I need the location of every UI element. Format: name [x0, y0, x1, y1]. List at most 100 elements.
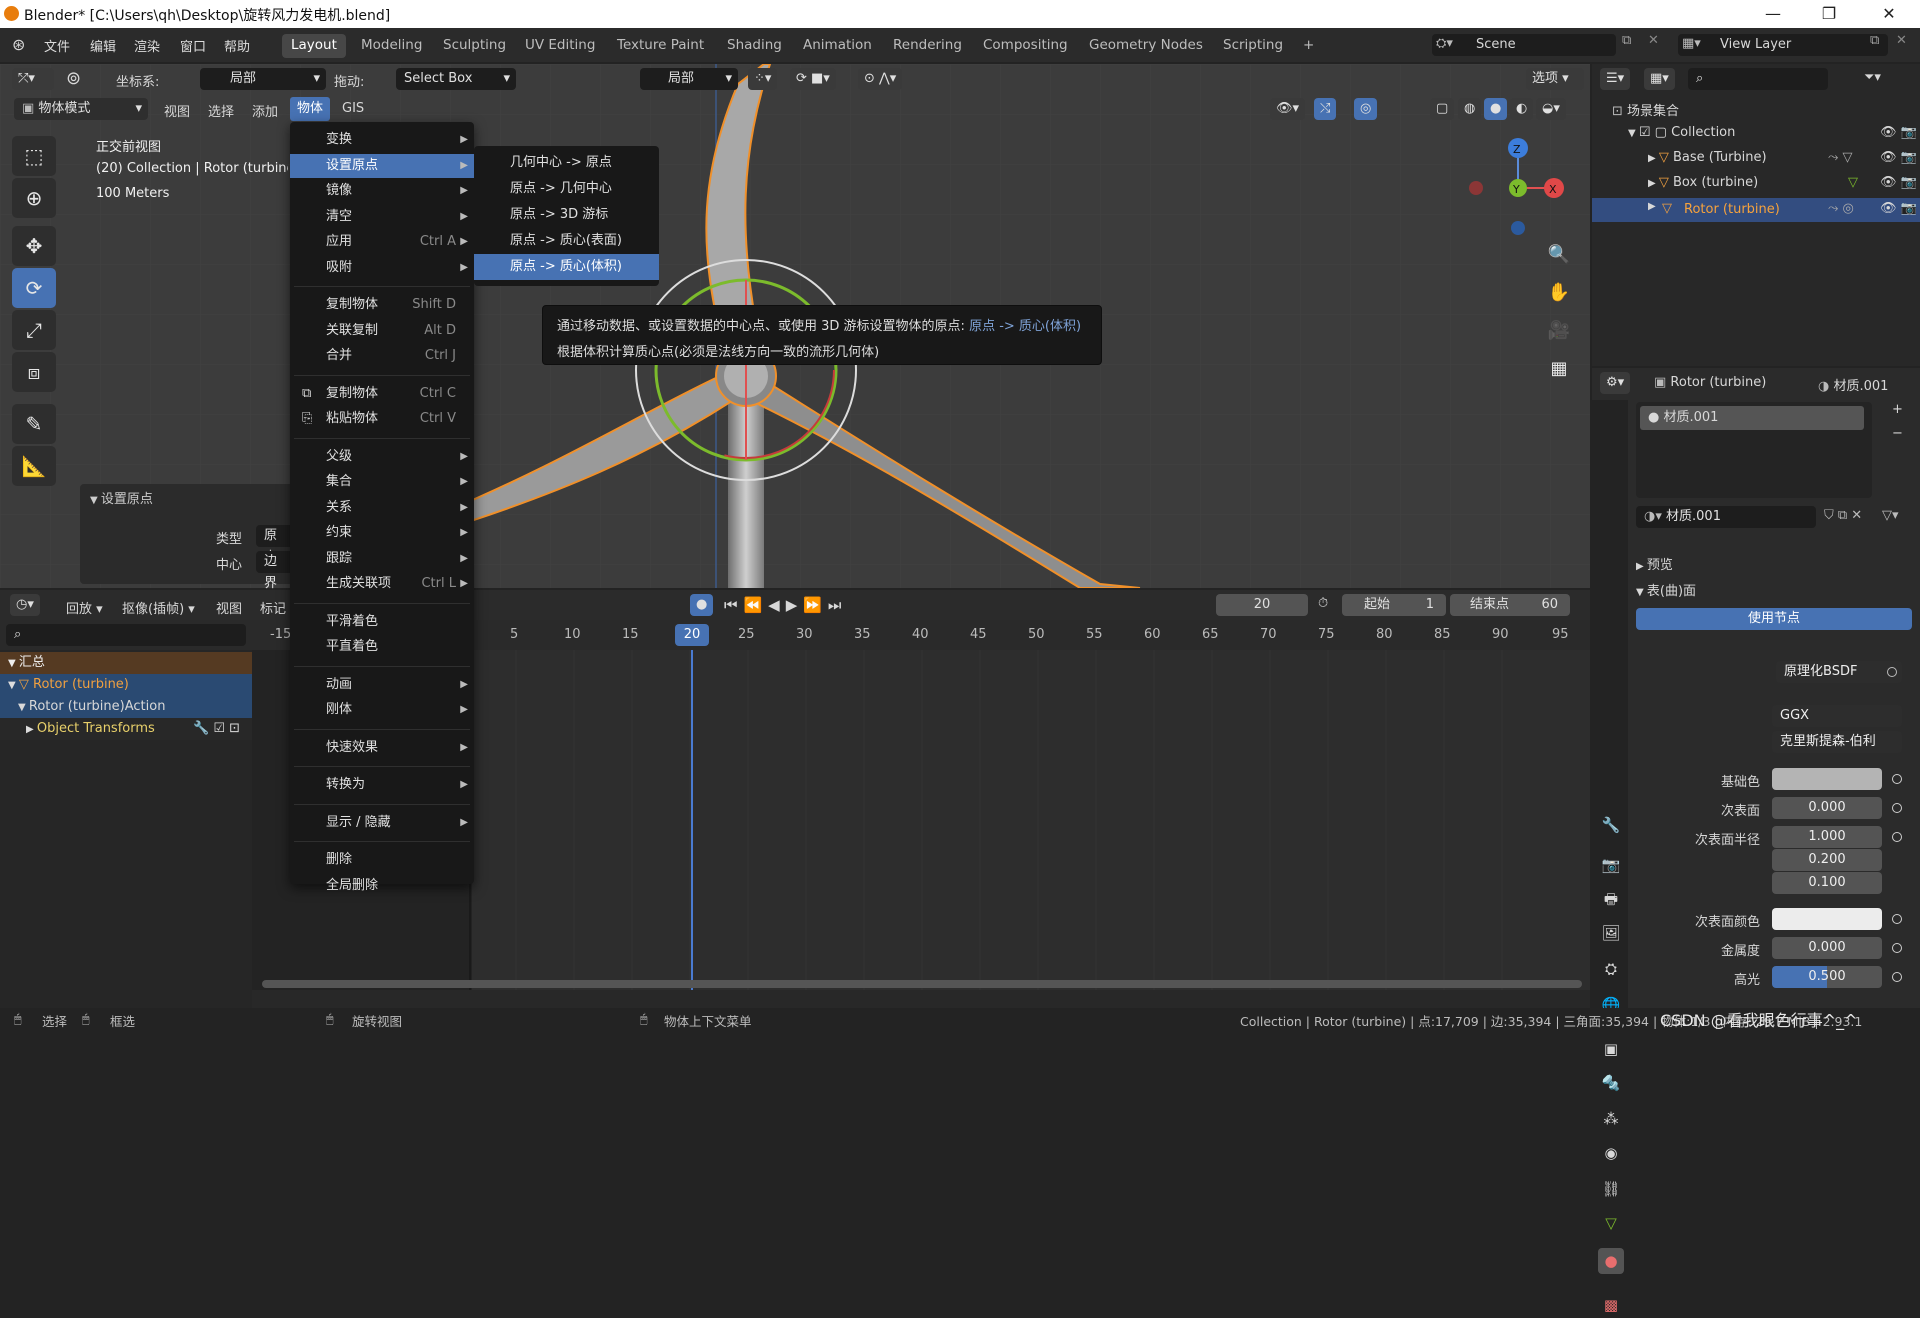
vp-menu-gis[interactable]: GIS [342, 101, 364, 116]
rendered-shading-icon[interactable]: ◒▾ [1536, 98, 1566, 120]
material-actions-icon[interactable]: ⛉ ⧉ ✕ [1824, 508, 1862, 523]
vp-menu-object[interactable]: 物体 [290, 97, 330, 121]
menu-edit[interactable]: 编辑 [90, 36, 116, 55]
options-dropdown[interactable]: 选项 ▾ [1526, 68, 1584, 90]
tab-shading[interactable]: Shading [718, 34, 791, 58]
menu-item-shade-flat[interactable]: 平直着色 [290, 635, 474, 659]
maximize-icon[interactable]: ❐ [1806, 2, 1852, 26]
object-tab-icon[interactable]: ▣ [1598, 1036, 1624, 1062]
end-frame-field[interactable]: 结束点 60 [1450, 594, 1570, 616]
menu-item-shade-smooth[interactable]: 平滑着色 [290, 610, 474, 634]
scene-selector[interactable]: ⛭▾ Scene [1432, 34, 1616, 56]
xray-icon[interactable]: ▢ [1430, 98, 1455, 120]
preview-range-icon[interactable]: ⏱ [1318, 596, 1328, 611]
tab-animation[interactable]: Animation [794, 34, 881, 58]
select-tool-icon[interactable]: ⬚ [12, 136, 56, 176]
solid-shading-icon[interactable]: ● [1484, 98, 1508, 120]
proportional-edit-icon[interactable]: ⊙ ⋀▾ [858, 68, 903, 90]
move-tool-icon[interactable]: ✥ [12, 226, 56, 266]
add-workspace-button[interactable]: + [1294, 34, 1323, 58]
subsurface-field[interactable]: 0.000 [1772, 797, 1882, 819]
scene-collection-row[interactable]: ⊡ 场景集合 [1612, 100, 1679, 119]
distribution-dropdown[interactable]: GGX [1772, 705, 1902, 727]
mode-dropdown[interactable]: ▣ 物体模式 ▾ [14, 98, 148, 120]
timeline-ruler[interactable]: ⌕ -15 5 10 15 20 25 30 35 40 45 50 55 60… [0, 620, 1590, 650]
summary-channel[interactable]: ▼ 汇总 [0, 652, 252, 674]
outliner-editor-type-icon[interactable]: ☰▾ [1600, 68, 1631, 90]
navigation-gizmo[interactable]: Z Y X [1460, 136, 1570, 246]
action-channel[interactable]: ▼ Rotor (turbine)Action [0, 696, 252, 718]
transforms-channel[interactable]: ▶ Object Transforms 🔧 ☑ ⊡ [0, 718, 252, 740]
remove-slot-icon[interactable]: − [1892, 426, 1903, 441]
menu-help[interactable]: 帮助 [224, 36, 250, 55]
tab-modeling[interactable]: Modeling [352, 34, 431, 58]
pivot-icon[interactable]: ⊚ [66, 68, 81, 89]
wireframe-shading-icon[interactable]: ◍ [1458, 98, 1482, 120]
tl-menu-playback[interactable]: 回放 ▾ [66, 598, 103, 617]
menu-item-convert[interactable]: 转换为 ▶ [290, 773, 474, 797]
outliner-item-rotor[interactable]: ▶ ▽ Rotor (turbine) ⤳ ◎ 👁 📷 [1592, 198, 1920, 222]
zoom-icon[interactable]: 🔍 [1542, 238, 1576, 272]
menu-item-mirror[interactable]: 镜像 ▶ [290, 179, 474, 203]
particles-tab-icon[interactable]: ⁂ [1598, 1106, 1624, 1132]
menu-item-set-origin[interactable]: 设置原点 ▶ [290, 153, 474, 178]
tab-compositing[interactable]: Compositing [974, 34, 1077, 58]
constraints-tab-icon[interactable]: ⛓ [1598, 1176, 1624, 1202]
coord-dropdown[interactable]: 局部 ▾ [200, 68, 326, 90]
snap-toggle-icon[interactable]: ⟳ ■▾ [790, 68, 836, 90]
menu-item-relations[interactable]: 关系 ▶ [290, 496, 474, 520]
metallic-field[interactable]: 0.000 [1772, 937, 1882, 959]
filter-icon[interactable]: ⏷▾ [1864, 70, 1881, 85]
vp-menu-add[interactable]: 添加 [252, 101, 278, 120]
menu-item-join[interactable]: 合并 Ctrl J [290, 344, 474, 368]
start-frame-field[interactable]: 起始 1 [1342, 594, 1446, 616]
tab-texture-paint[interactable]: Texture Paint [608, 34, 713, 58]
origin-geometry-to-origin[interactable]: 几何中心 -> 原点 [474, 150, 659, 176]
menu-item-transform[interactable]: 变换 ▶ [290, 128, 474, 152]
menu-item-snap[interactable]: 吸附 ▶ [290, 256, 474, 280]
menu-item-quick-effects[interactable]: 快速效果 ▶ [290, 736, 474, 760]
auto-keying-icon[interactable]: ● [690, 594, 714, 616]
transform-orientation-icon[interactable]: ⤱▾ [12, 68, 54, 90]
origin-to-center-of-mass-volume[interactable]: 原点 -> 质心(体积) [474, 254, 659, 280]
render-tab-icon[interactable]: 📷 [1598, 852, 1624, 878]
tl-menu-keying[interactable]: 抠像(插帧) ▾ [122, 598, 195, 617]
subsurface-radius-z-field[interactable]: 0.100 [1772, 872, 1882, 894]
outliner-item-base[interactable]: ▶ ▽ Base (Turbine) ⤳ ▽ 👁 📷 [1648, 150, 1920, 165]
base-color-swatch[interactable] [1772, 768, 1882, 790]
origin-to-3d-cursor[interactable]: 原点 -> 3D 游标 [474, 202, 659, 228]
outliner-search-input[interactable]: ⌕ [1688, 68, 1828, 90]
tab-sculpting[interactable]: Sculpting [434, 34, 515, 58]
menu-item-parent[interactable]: 父级 ▶ [290, 445, 474, 469]
menu-item-link-transfer[interactable]: 生成关联项 Ctrl L ▶ [290, 572, 474, 596]
menu-render[interactable]: 渲染 [134, 36, 160, 55]
display-mode-icon[interactable]: ▦▾ [1644, 68, 1675, 90]
material-selector[interactable]: ◑▾ 材质.001 [1636, 506, 1816, 528]
camera-view-icon[interactable]: 🎥 [1542, 314, 1576, 348]
delete-scene-icon[interactable]: ✕ [1648, 33, 1659, 48]
material-link-icon[interactable]: ▽▾ [1882, 508, 1899, 523]
current-frame-field[interactable]: 20 [1216, 594, 1308, 616]
subsurface-radius-y-field[interactable]: 0.200 [1772, 849, 1882, 871]
menu-item-duplicate-linked[interactable]: 关联复制 Alt D [290, 319, 474, 343]
pivot-dropdown[interactable]: 局部 ▾ [640, 68, 738, 90]
preview-panel-header[interactable]: ▶ 预览 [1636, 554, 1673, 573]
tab-scripting[interactable]: Scripting [1214, 34, 1292, 58]
tab-uv-editing[interactable]: UV Editing [516, 34, 604, 58]
gizmo-toggle-icon[interactable]: ⤭ [1314, 98, 1337, 120]
surface-panel-header[interactable]: ▼ 表(曲)面 [1636, 580, 1696, 599]
tab-layout[interactable]: Layout [282, 34, 346, 58]
new-view-layer-icon[interactable]: ⧉ [1870, 33, 1879, 48]
scale-tool-icon[interactable]: ⤢ [12, 310, 56, 350]
close-icon[interactable]: ✕ [1866, 2, 1912, 26]
menu-item-delete-globally[interactable]: 全局删除 [290, 874, 474, 898]
menu-item-delete[interactable]: 删除 [290, 848, 474, 872]
menu-item-show-hide[interactable]: 显示 / 隐藏 ▶ [290, 811, 474, 835]
material-slot[interactable]: ● 材质.001 [1640, 406, 1864, 430]
menu-item-duplicate[interactable]: 复制物体 Shift D [290, 293, 474, 317]
overlay-toggle-icon[interactable]: ◎ [1354, 98, 1378, 120]
collection-row[interactable]: ▼ ☑ ▢ Collection 👁 📷 [1628, 125, 1920, 140]
ortho-toggle-icon[interactable]: ▦ [1542, 352, 1576, 386]
data-tab-icon[interactable]: ▽ [1598, 1210, 1624, 1236]
menu-item-rigid-body[interactable]: 刚体 ▶ [290, 698, 474, 722]
